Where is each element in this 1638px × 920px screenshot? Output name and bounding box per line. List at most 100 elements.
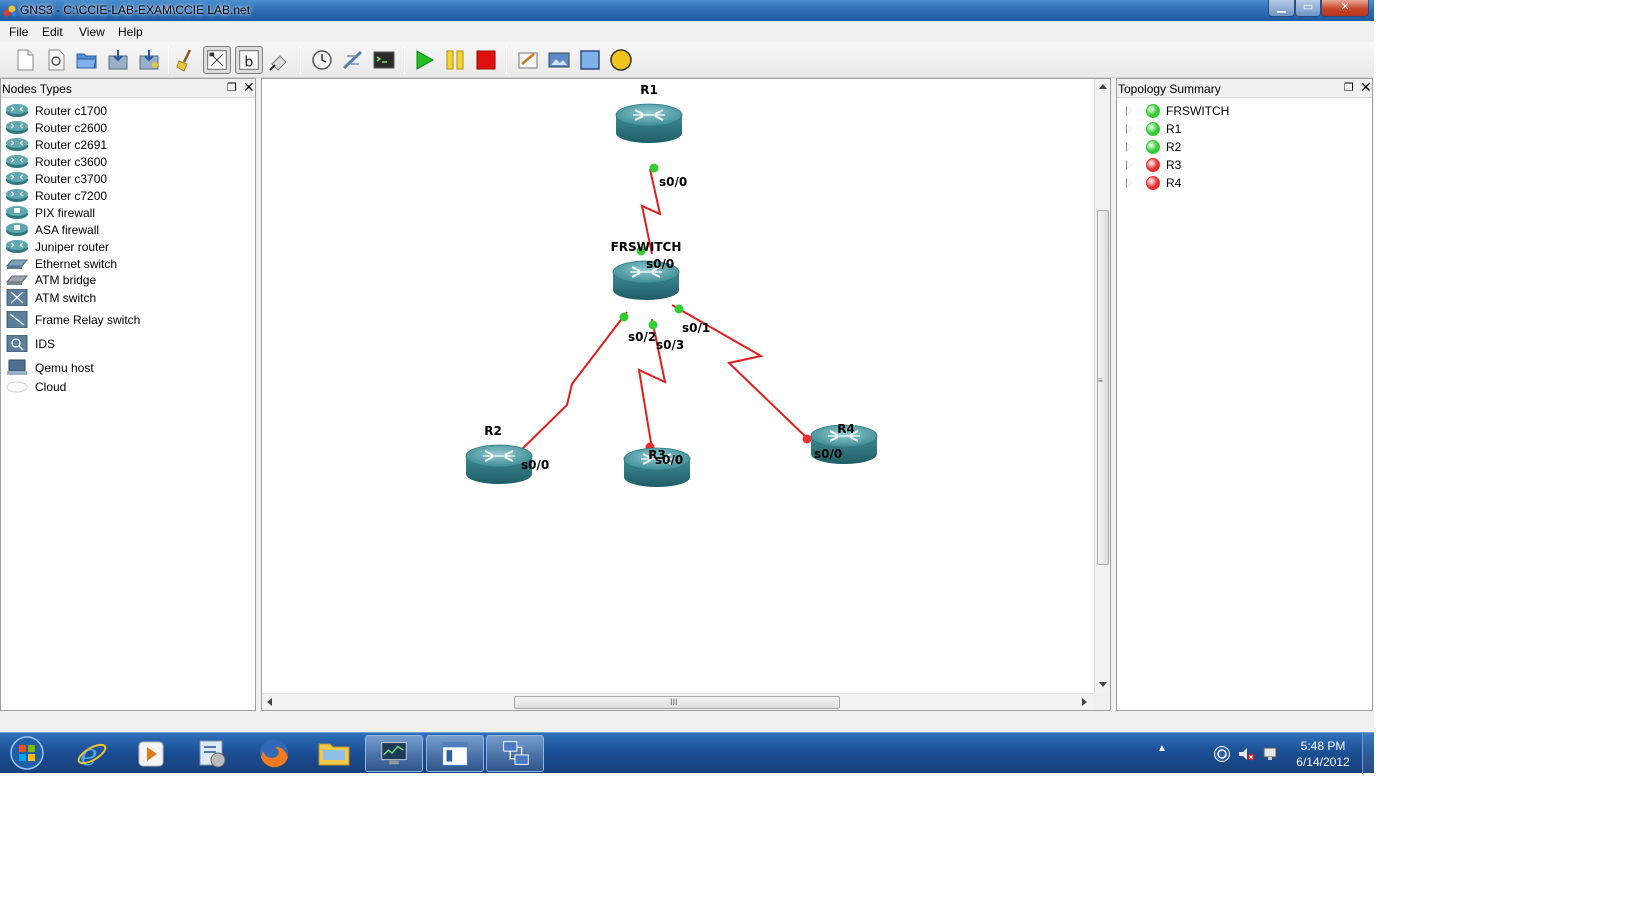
control-panel-icon[interactable] (184, 735, 242, 772)
node-label-r4: R4 (837, 422, 855, 436)
link-frswitch-r2[interactable] (514, 311, 629, 457)
close-panel-icon[interactable]: ✕ (1360, 80, 1372, 94)
toolbar-separator (404, 46, 405, 74)
topology-svg: R1 FRSWITCH R2 R3 R4 s0/0 s0/0 s0/2 s0/0… (465, 83, 878, 488)
show-desktop-button[interactable] (1362, 733, 1374, 774)
port-status-dot (619, 312, 629, 322)
draw-rectangle-icon[interactable] (578, 48, 602, 72)
network-monitor-icon[interactable] (365, 735, 423, 772)
close-panel-icon[interactable]: ✕ (243, 80, 255, 94)
stop-all-icon[interactable] (474, 48, 498, 72)
cloud-icon (5, 378, 29, 395)
close-button[interactable]: ✕ (1321, 0, 1369, 17)
save-as-icon[interactable] (137, 48, 161, 72)
clock-time[interactable]: 5:48 PM (1283, 739, 1363, 753)
firefox-icon[interactable] (245, 735, 303, 772)
console-all-icon[interactable] (310, 48, 334, 72)
gns3-app-icon (3, 5, 17, 17)
file-explorer-icon[interactable] (305, 735, 363, 772)
interface-label: s0/0 (814, 447, 842, 461)
interface-label: s0/2 (628, 330, 656, 344)
draw-ellipse-icon[interactable] (609, 48, 633, 72)
router-icon (5, 153, 29, 170)
status-led-icon (1146, 158, 1160, 172)
show-hidden-icons-button[interactable]: ▲ (1155, 743, 1169, 754)
frame-relay-switch-icon (5, 310, 29, 329)
capture-icon[interactable] (341, 48, 365, 72)
router-icon (5, 102, 29, 119)
clear-broom-icon[interactable] (174, 48, 198, 72)
menu-help[interactable]: Help (118, 25, 143, 39)
internet-explorer-icon[interactable]: e (62, 735, 120, 772)
network-tray-icon[interactable] (1261, 745, 1279, 763)
gns3-taskbar-icon[interactable] (486, 735, 544, 772)
suspend-all-icon[interactable] (443, 48, 467, 72)
start-all-icon[interactable] (412, 48, 436, 72)
router-icon (5, 238, 29, 255)
toolbar-separator (300, 46, 301, 74)
add-link-icon[interactable] (268, 48, 292, 72)
router-r1[interactable]: R1 (615, 83, 683, 144)
scroll-down-icon[interactable] (1099, 682, 1107, 687)
media-player-icon[interactable] (122, 735, 180, 772)
toolbar: b (0, 42, 1374, 78)
node-type-label: Router c2691 (35, 138, 108, 152)
node-type-label: ASA firewall (35, 223, 100, 237)
expand-arrow-fill (1127, 161, 1132, 169)
scroll-corner (1094, 693, 1110, 710)
clock-date[interactable]: 6/14/2012 (1283, 755, 1363, 769)
menu-edit[interactable]: Edit (42, 25, 63, 39)
topology-item-label: R2 (1166, 140, 1182, 154)
node-type-label: Frame Relay switch (35, 313, 141, 327)
menu-view[interactable]: View (79, 25, 105, 39)
interface-label: s0/1 (682, 321, 710, 335)
tray-app-icon[interactable] (1213, 745, 1231, 763)
node-type-label: Router c2600 (35, 121, 108, 135)
scroll-right-icon[interactable] (1082, 698, 1087, 706)
terminal-icon[interactable] (372, 48, 396, 72)
float-icon[interactable]: ❐ (1344, 81, 1355, 94)
windows-taskbar: e ▲ 5:48 PM 6/14/2012 (0, 732, 1374, 774)
maximize-button[interactable]: ▭ (1295, 0, 1321, 17)
node-type-label: Router c7200 (35, 189, 108, 203)
notepad-icon[interactable] (426, 735, 484, 772)
menu-file[interactable]: File (9, 25, 28, 39)
scroll-up-icon[interactable] (1099, 84, 1107, 89)
open-project-icon[interactable] (75, 48, 99, 72)
vertical-scrollbar[interactable]: ≡ (1094, 79, 1110, 693)
show-interface-labels-icon[interactable] (203, 46, 231, 74)
interface-label: s0/0 (521, 458, 549, 472)
grip-icon: III (670, 697, 678, 707)
vertical-scroll-thumb[interactable] (1097, 210, 1109, 565)
float-icon[interactable]: ❐ (227, 81, 238, 94)
new-project-icon[interactable] (13, 48, 37, 72)
topology-item-label: FRSWITCH (1166, 104, 1230, 118)
status-led-icon (1146, 176, 1160, 190)
interface-label: s0/0 (659, 175, 687, 189)
topology-item-label: R3 (1166, 158, 1182, 172)
nodes-types-header: Nodes Types ❐ ✕ (1, 79, 255, 98)
title-bar[interactable]: GNS3 - C:\CCIE-LAB-EXAM\CCIE LAB.net ▁ ▭… (0, 0, 1374, 21)
topology-item-label: R4 (1166, 176, 1182, 190)
node-label-r2: R2 (484, 424, 502, 438)
toolbar-separator (168, 46, 169, 74)
save-icon[interactable] (106, 48, 130, 72)
scroll-left-icon[interactable] (267, 698, 272, 706)
router-r2[interactable]: R2 (465, 424, 533, 485)
insert-picture-icon[interactable] (547, 48, 571, 72)
volume-muted-icon[interactable] (1237, 745, 1255, 763)
menu-bar: File Edit View Help (0, 21, 1374, 42)
horizontal-scrollbar[interactable]: III (262, 693, 1094, 710)
port-status-dot (648, 320, 658, 330)
topology-diagram[interactable]: R1 FRSWITCH R2 R3 R4 s0/0 s0/0 s0/2 s0/0… (262, 79, 1094, 693)
open-file-icon[interactable] (44, 48, 68, 72)
expand-arrow-fill (1127, 107, 1132, 115)
minimize-button[interactable]: ▁ (1268, 0, 1295, 17)
horizontal-scroll-thumb[interactable]: III (514, 696, 840, 709)
show-hostnames-icon[interactable]: b (235, 46, 263, 74)
add-note-icon[interactable] (516, 48, 540, 72)
node-type-label: ATM switch (35, 291, 97, 305)
status-led-icon (1146, 140, 1160, 154)
start-orb-icon[interactable] (4, 735, 50, 772)
status-led-icon (1146, 122, 1160, 136)
